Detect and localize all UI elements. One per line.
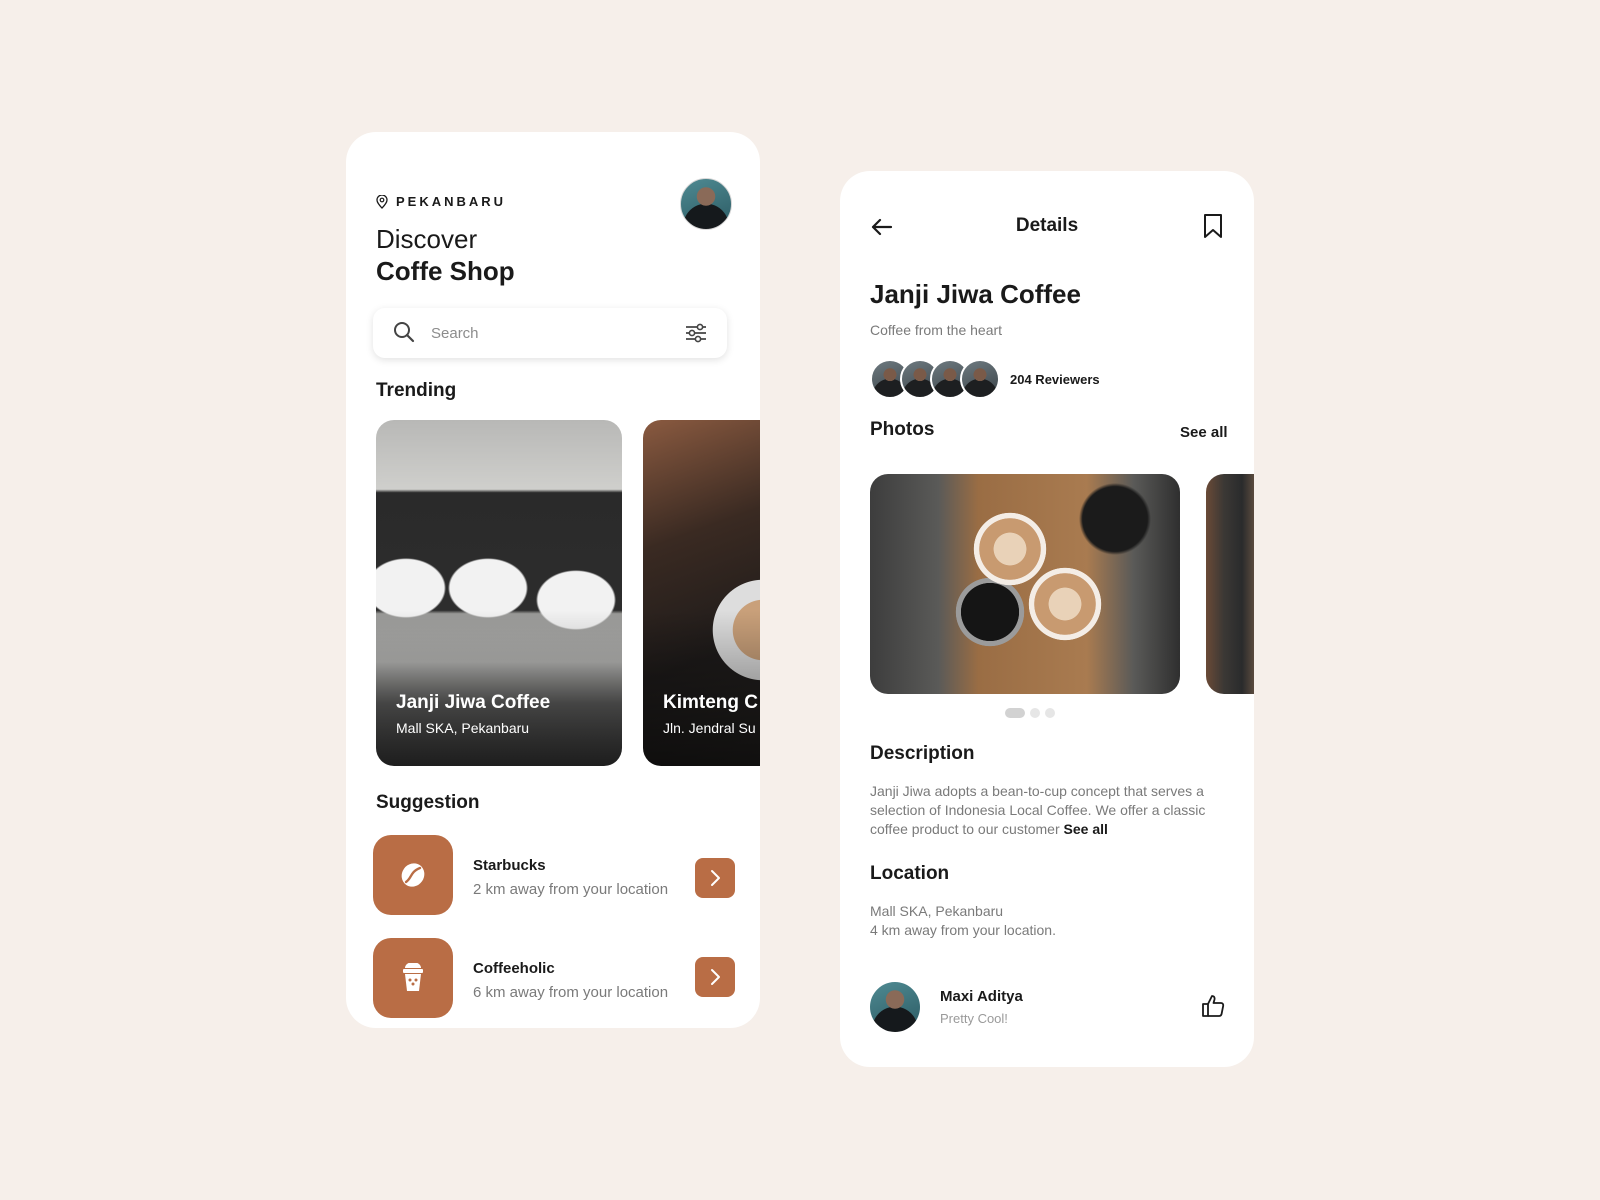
- bookmark-icon[interactable]: [1202, 213, 1224, 239]
- suggestion-distance: 2 km away from your location: [473, 881, 669, 898]
- map-pin-icon: [376, 194, 388, 209]
- photo-thumbnail[interactable]: [1206, 474, 1254, 694]
- location-indicator[interactable]: PEKANBARU: [376, 194, 506, 209]
- description-see-all-link[interactable]: See all: [1064, 821, 1108, 837]
- suggestion-open-button[interactable]: [695, 858, 735, 898]
- page-title-line2: Coffe Shop: [376, 256, 515, 286]
- page-title: Details: [1015, 215, 1079, 236]
- photo-pagination: [1005, 708, 1055, 718]
- avatar[interactable]: [680, 178, 732, 230]
- page-title-line1: Discover: [376, 224, 478, 254]
- search-input[interactable]: Search: [431, 325, 479, 342]
- location-heading: Location: [870, 863, 950, 884]
- suggestion-logo[interactable]: [373, 835, 453, 915]
- details-screen: Details Janji Jiwa Coffee Coffee from th…: [840, 171, 1254, 1067]
- reviewer-avatar[interactable]: [960, 359, 1000, 399]
- iced-coffee-cup-icon: [403, 963, 423, 991]
- discover-screen: PEKANBARU Discover Coffe Shop Search Tre…: [346, 132, 760, 1028]
- sliders-icon[interactable]: [685, 322, 707, 344]
- suggestion-open-button[interactable]: [695, 957, 735, 997]
- description-text: Janji Jiwa adopts a bean-to-cup concept …: [870, 782, 1226, 839]
- suggestion-name[interactable]: Coffeeholic: [473, 960, 555, 977]
- trending-card[interactable]: Kimteng C Jln. Jendral Su: [643, 420, 760, 766]
- trending-card-name: Kimteng C: [663, 692, 758, 713]
- suggestion-distance: 6 km away from your location: [473, 984, 669, 1001]
- suggestion-name[interactable]: Starbucks: [473, 857, 546, 874]
- pagination-dot-active[interactable]: [1005, 708, 1025, 718]
- trending-card-address: Mall SKA, Pekanbaru: [396, 720, 530, 736]
- location-address: Mall SKA, Pekanbaru: [870, 903, 1004, 919]
- description-heading: Description: [870, 743, 975, 764]
- search-icon: [394, 322, 415, 343]
- avatar[interactable]: [870, 982, 920, 1032]
- thumbs-up-icon[interactable]: [1200, 993, 1226, 1019]
- trending-card-address: Jln. Jendral Su: [663, 720, 756, 736]
- pagination-dot[interactable]: [1045, 708, 1055, 718]
- photos-see-all-link[interactable]: See all: [1180, 424, 1228, 441]
- comment-author: Maxi Aditya: [940, 988, 1023, 1005]
- comment-text: Pretty Cool!: [940, 1011, 1008, 1026]
- location-distance: 4 km away from your location.: [870, 922, 1056, 938]
- location-label: PEKANBARU: [396, 194, 507, 209]
- trending-card[interactable]: Janji Jiwa Coffee Mall SKA, Pekanbaru: [376, 420, 622, 766]
- shop-tagline: Coffee from the heart: [870, 322, 1003, 338]
- trending-heading: Trending: [376, 380, 457, 401]
- photo-thumbnail[interactable]: [870, 474, 1180, 694]
- coffee-bean-icon: [401, 863, 425, 887]
- chevron-right-icon: [711, 870, 720, 886]
- pagination-dot[interactable]: [1030, 708, 1040, 718]
- photos-heading: Photos: [870, 419, 935, 440]
- suggestion-heading: Suggestion: [376, 792, 480, 813]
- trending-card-name: Janji Jiwa Coffee: [396, 692, 551, 713]
- search-bar[interactable]: Search: [373, 308, 727, 358]
- description-body: Janji Jiwa adopts a bean-to-cup concept …: [870, 783, 1206, 837]
- shop-name: Janji Jiwa Coffee: [870, 279, 1081, 309]
- chevron-right-icon: [711, 969, 720, 985]
- reviewer-count[interactable]: 204 Reviewers: [1010, 372, 1100, 387]
- suggestion-logo[interactable]: [373, 938, 453, 1018]
